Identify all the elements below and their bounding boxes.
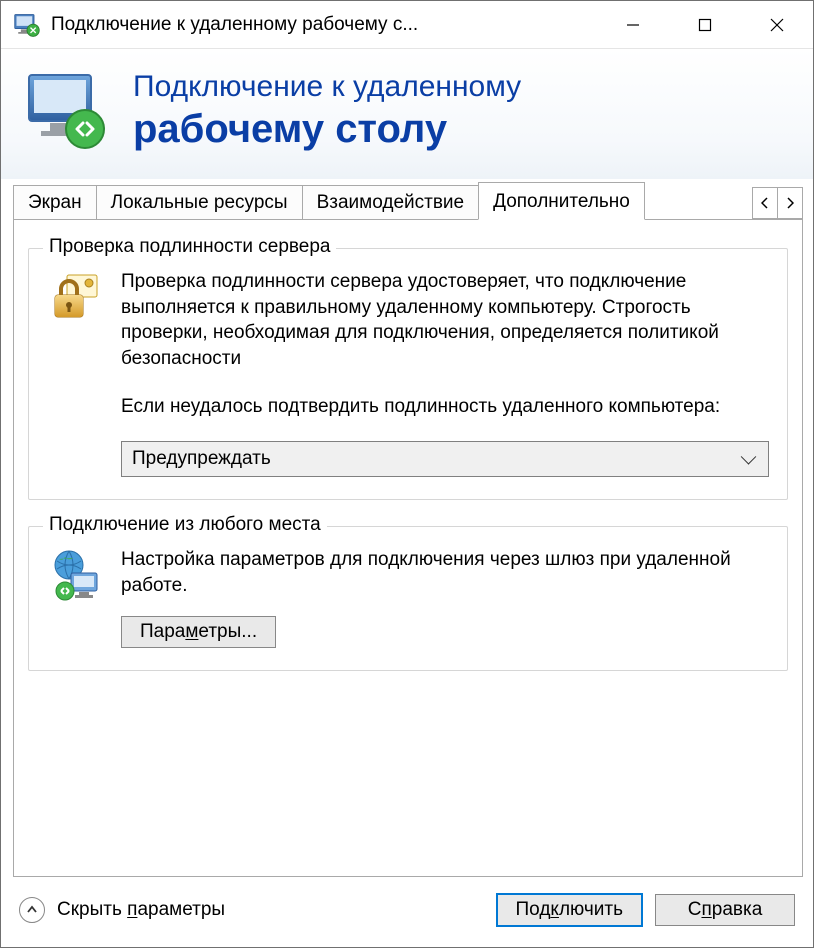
- header-banner: Подключение к удаленному рабочему столу: [1, 49, 813, 179]
- titlebar: Подключение к удаленному рабочему с...: [1, 1, 813, 49]
- help-button[interactable]: Справка: [655, 894, 795, 926]
- server-auth-legend: Проверка подлинности сервера: [43, 236, 336, 258]
- collapse-options-icon[interactable]: [19, 897, 45, 923]
- lock-certificate-icon: [47, 269, 103, 477]
- rdp-logo-icon: [23, 67, 111, 155]
- window-title: Подключение к удаленному рабочему с...: [51, 14, 597, 36]
- globe-monitor-icon: [47, 547, 103, 648]
- gateway-settings-button[interactable]: Параметры...: [121, 616, 276, 648]
- banner-line1: Подключение к удаленному: [133, 70, 521, 105]
- minimize-button[interactable]: [597, 1, 669, 48]
- gateway-group: Подключение из любого места: [28, 526, 788, 671]
- auth-mode-select[interactable]: Предупреждать: [121, 441, 769, 477]
- connect-button[interactable]: Подключить: [496, 893, 643, 927]
- dialog-footer: Скрыть параметры Подключить Справка: [1, 877, 813, 947]
- tab-strip: Экран Локальные ресурсы Взаимодействие Д…: [1, 179, 813, 219]
- tab-panel-advanced: Проверка подлинности сервера П: [13, 219, 803, 877]
- rdp-window: Подключение к удаленному рабочему с...: [0, 0, 814, 948]
- auth-description: Проверка подлинности сервера удостоверяе…: [121, 269, 769, 372]
- rdp-app-icon: [13, 11, 41, 39]
- close-button[interactable]: [741, 1, 813, 48]
- gateway-description: Настройка параметров для подключения чер…: [121, 547, 769, 598]
- gateway-legend: Подключение из любого места: [43, 514, 327, 536]
- auth-prompt-label: Если неудалось подтвердить подлинность у…: [121, 394, 769, 420]
- banner-text: Подключение к удаленному рабочему столу: [133, 70, 521, 153]
- maximize-button[interactable]: [669, 1, 741, 48]
- tab-scroll-right-button[interactable]: [777, 187, 803, 219]
- tab-scroll-left-button[interactable]: [752, 187, 778, 219]
- tab-advanced[interactable]: Дополнительно: [478, 182, 645, 220]
- hide-options-link[interactable]: Скрыть параметры: [57, 899, 225, 921]
- auth-mode-value: Предупреждать: [132, 446, 271, 472]
- tab-local-resources[interactable]: Локальные ресурсы: [96, 185, 303, 220]
- tab-experience[interactable]: Взаимодействие: [302, 185, 480, 220]
- server-auth-group: Проверка подлинности сервера П: [28, 248, 788, 500]
- tab-display[interactable]: Экран: [13, 185, 97, 220]
- banner-line2: рабочему столу: [133, 106, 521, 152]
